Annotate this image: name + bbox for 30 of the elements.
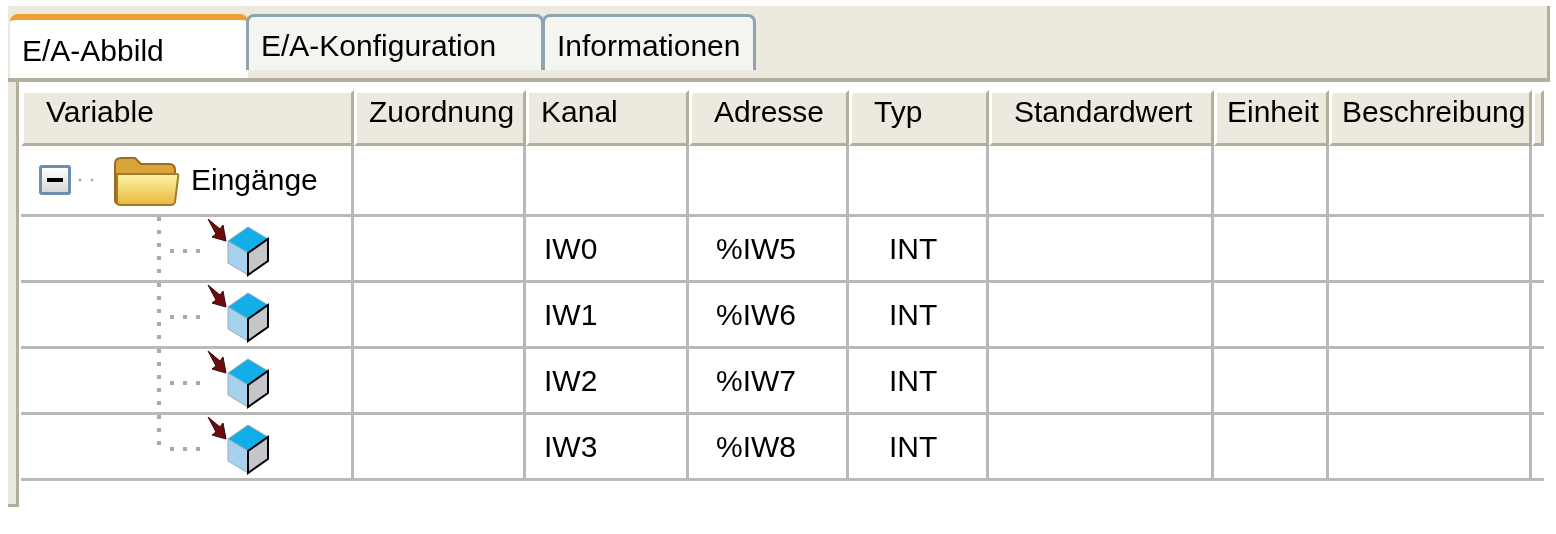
column-header[interactable]: Variable <box>21 90 354 146</box>
column-header[interactable]: Standardwert <box>989 90 1214 146</box>
table-cell-text: IW0 <box>543 231 598 266</box>
table-cell-text: INT <box>888 429 938 464</box>
tab[interactable]: E/A-Abbild <box>10 14 248 78</box>
column-header[interactable]: Typ <box>849 90 989 146</box>
table-cell-text: INT <box>888 231 938 266</box>
table-cell-text: INT <box>888 297 938 332</box>
table-cell-text: %IW6 <box>715 297 796 332</box>
tab[interactable]: E/A-Konfiguration <box>246 14 544 70</box>
input-cube-icon <box>206 216 272 277</box>
table-cell-text: INT <box>888 363 938 398</box>
table-cell-text: IW3 <box>543 429 598 464</box>
column-header[interactable]: Kanal <box>526 90 689 146</box>
table-cell-text: %IW8 <box>715 429 796 464</box>
input-cube-icon <box>206 282 272 343</box>
column-header[interactable]: Beschreibung <box>1329 90 1532 146</box>
column-header[interactable]: Adresse <box>689 90 849 146</box>
collapse-icon[interactable] <box>39 165 71 195</box>
input-cube-icon <box>206 414 272 475</box>
tree-label[interactable]: Eingänge <box>191 163 318 197</box>
column-header[interactable]: Zuordnung <box>354 90 526 146</box>
table-cell-text: IW2 <box>543 363 598 398</box>
table-cell-text: %IW5 <box>715 231 796 266</box>
table-cell-text: %IW7 <box>715 363 796 398</box>
input-cube-icon <box>206 348 272 409</box>
column-header[interactable]: Einheit <box>1214 90 1329 146</box>
table-cell-text: IW1 <box>543 297 598 332</box>
tab[interactable]: Informationen <box>542 14 756 70</box>
column-header <box>1532 90 1544 146</box>
